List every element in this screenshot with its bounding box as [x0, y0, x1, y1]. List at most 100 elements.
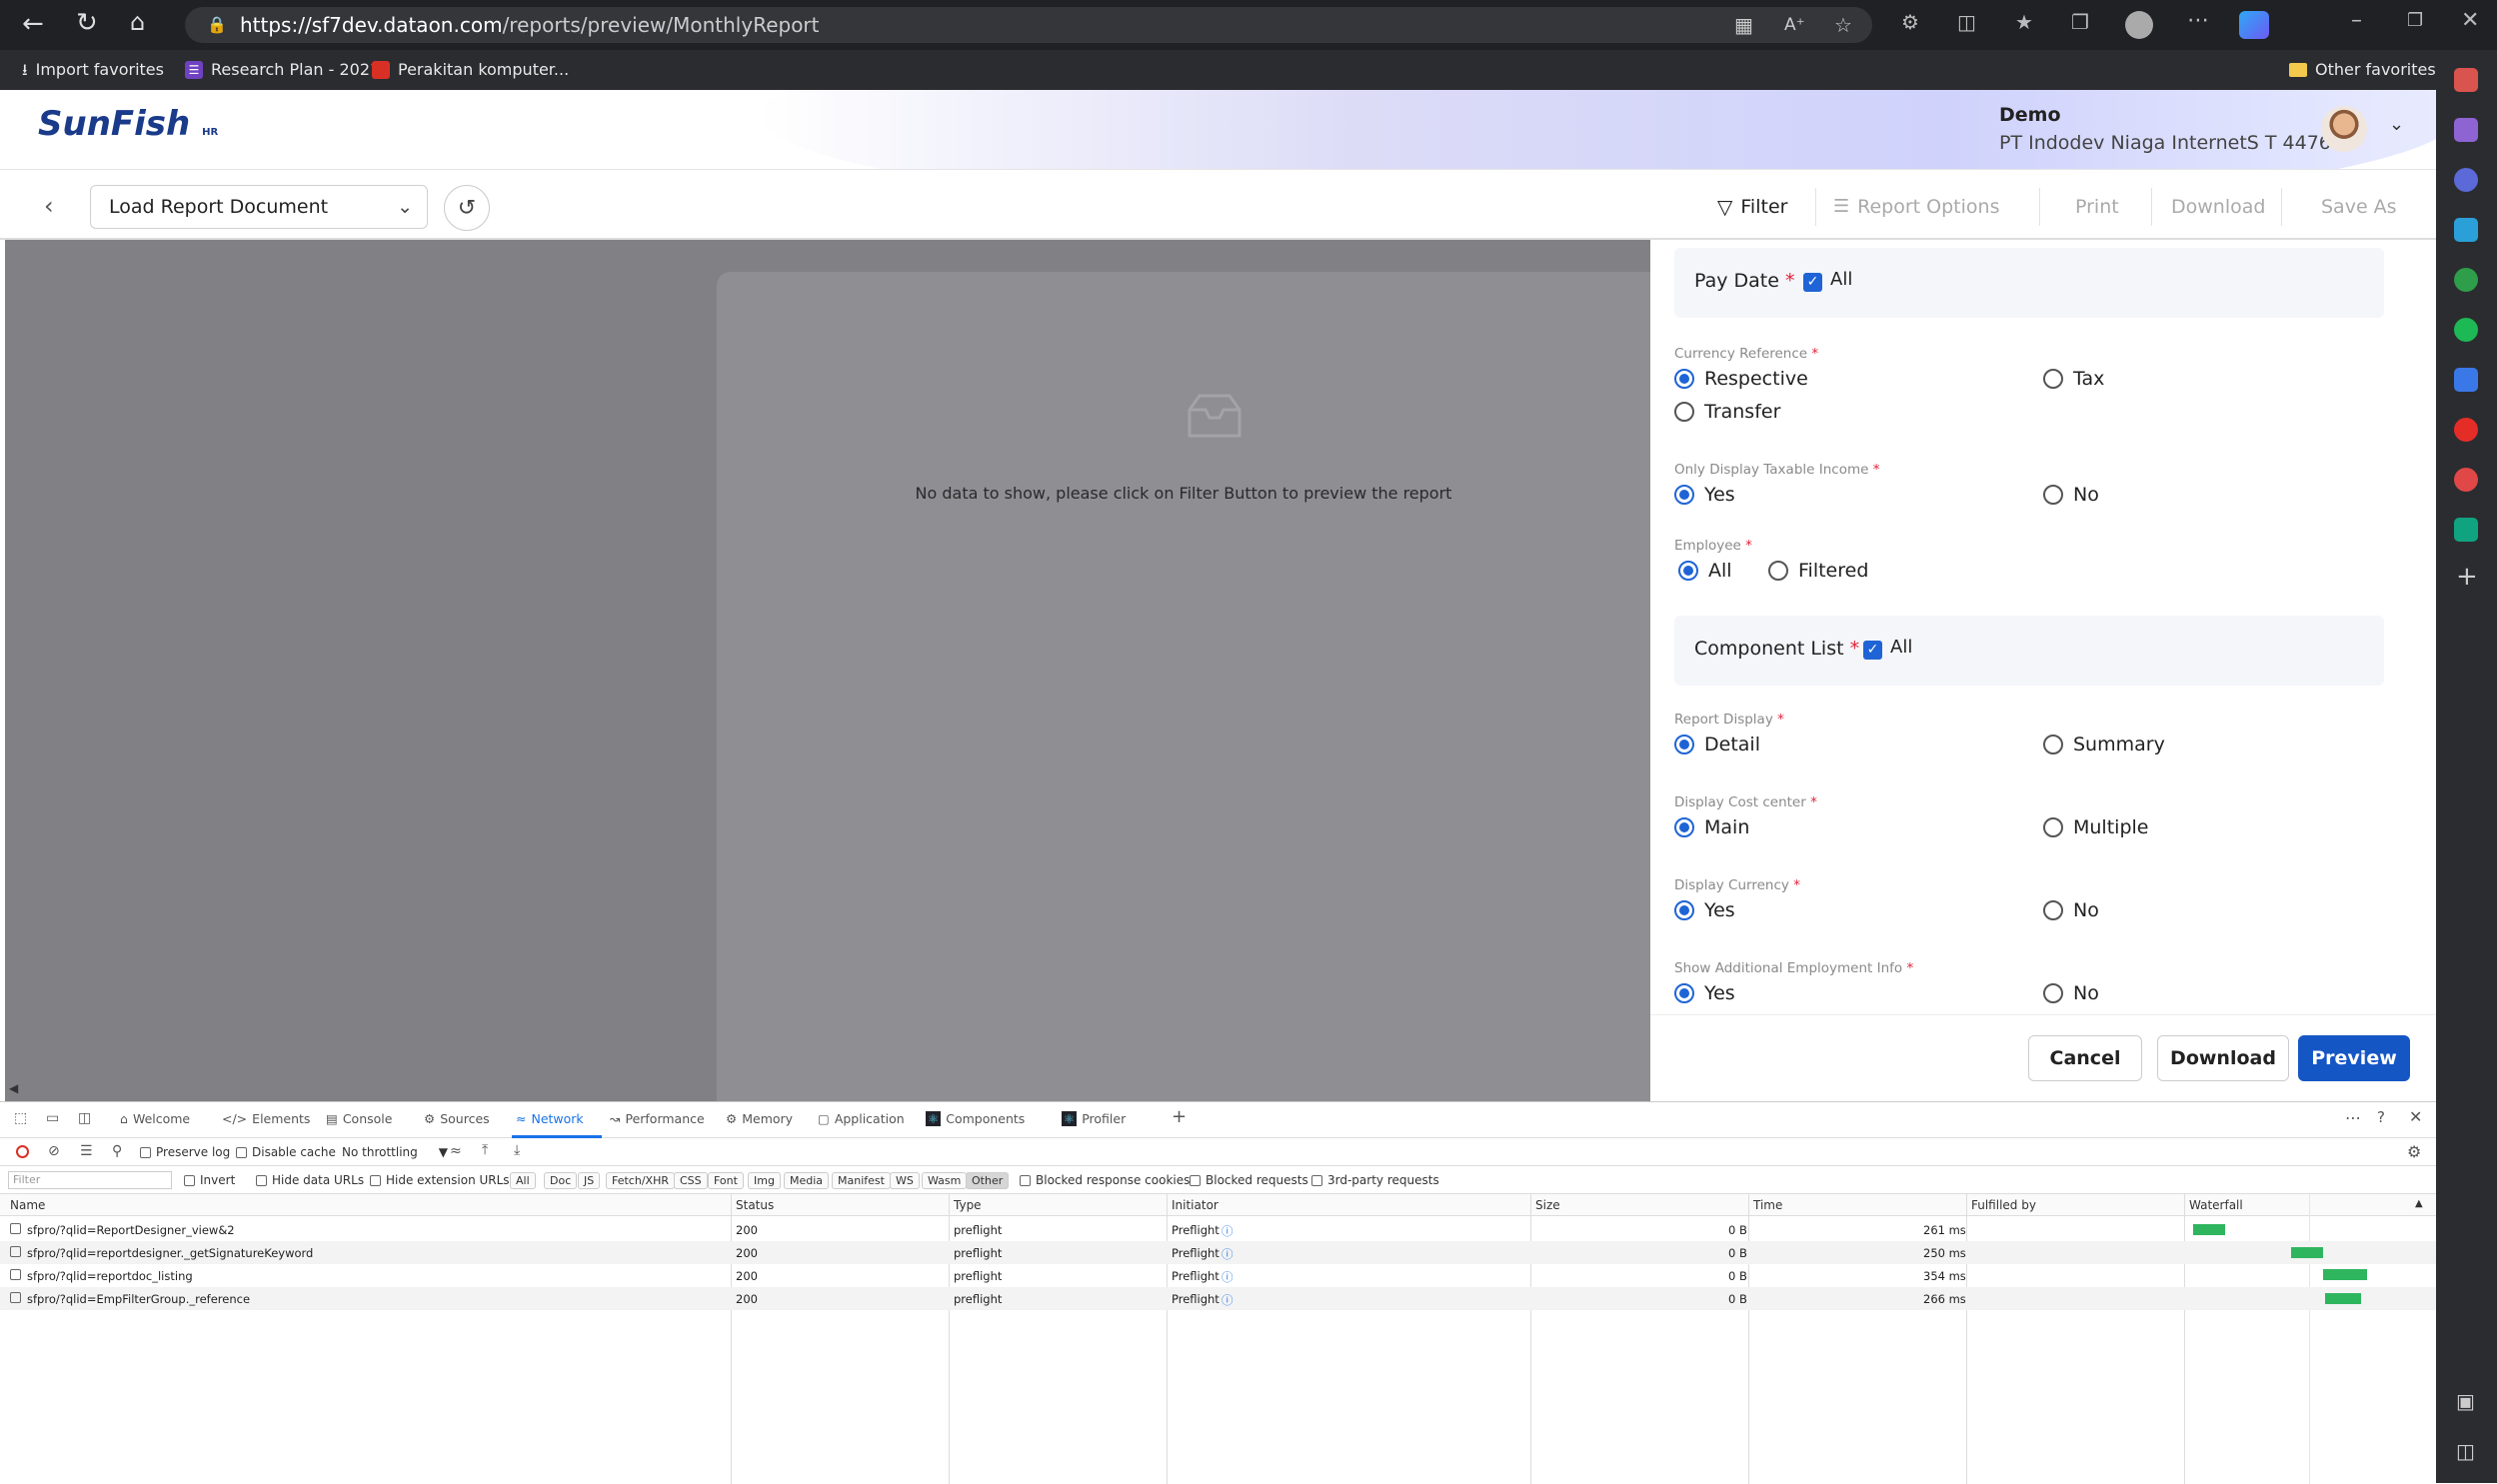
settings-icon[interactable]: ⚙ [2407, 1142, 2421, 1161]
dock-icon[interactable]: ◫ [78, 1110, 91, 1126]
chatgpt-icon[interactable] [2454, 518, 2478, 542]
column-waterfall[interactable]: Waterfall [2189, 1198, 2243, 1212]
tab-components[interactable]: ⚛ Components [926, 1111, 1025, 1126]
filter-clear-icon[interactable]: ☰ [80, 1143, 93, 1159]
row-checkbox[interactable] [10, 1292, 21, 1306]
save-as-button[interactable]: Save As [2321, 185, 2397, 229]
tab-memory[interactable]: ⚙ Memory [726, 1111, 793, 1126]
column-initiator[interactable]: Initiator [1172, 1198, 1219, 1212]
type-filter-fetch-xhr[interactable]: Fetch/XHR [606, 1172, 675, 1189]
row-checkbox[interactable] [10, 1223, 21, 1237]
type-filter-other[interactable]: Other [966, 1172, 1010, 1189]
info-icon[interactable]: ⓘ [1222, 1246, 1234, 1262]
cost-center-multiple-radio[interactable]: Multiple [2043, 816, 2148, 838]
request-initiator[interactable]: Preflight [1172, 1269, 1220, 1283]
add-icon[interactable]: + [2456, 562, 2478, 592]
copilot-icon[interactable] [2239, 11, 2269, 39]
extensions-icon[interactable]: ⚙ [1901, 10, 1919, 34]
avatar[interactable] [2321, 106, 2367, 152]
display-currency-yes-radio[interactable]: Yes [1674, 899, 1735, 921]
display-currency-no-radio[interactable]: No [2043, 899, 2099, 921]
inspect-icon[interactable]: ⬚ [14, 1110, 27, 1126]
report-options-button[interactable]: ☰ Report Options [1833, 185, 1999, 229]
taxable-yes-radio[interactable]: Yes [1674, 484, 1735, 506]
column-size[interactable]: Size [1535, 1198, 1560, 1212]
sunfish-logo[interactable]: SunFish HR [38, 104, 218, 144]
home-icon[interactable]: ⌂ [130, 8, 145, 36]
type-filter-media[interactable]: Media [784, 1172, 830, 1189]
type-filter-js[interactable]: JS [578, 1172, 601, 1189]
collections-icon[interactable]: ❐ [2071, 10, 2089, 34]
print-button[interactable]: Print [2075, 185, 2119, 229]
row-checkbox[interactable] [10, 1269, 21, 1283]
filter-button[interactable]: ▽ Filter [1717, 185, 1787, 229]
games-icon[interactable] [2454, 118, 2478, 142]
table-row[interactable]: sfpro/?qlid=EmpFilterGroup._reference 20… [0, 1287, 2436, 1310]
bookmark-research-plan[interactable]: ☰ Research Plan - 2021 [185, 50, 380, 90]
close-window-icon[interactable]: ✕ [2461, 8, 2479, 33]
record-icon[interactable] [16, 1145, 29, 1158]
import-har-icon[interactable]: ⤒ [482, 1142, 488, 1158]
column-type[interactable]: Type [954, 1198, 982, 1212]
table-row[interactable]: sfpro/?qlid=reportdoc_listing 200 prefli… [0, 1264, 2436, 1287]
cost-center-main-radio[interactable]: Main [1674, 816, 1749, 838]
cancel-button[interactable]: Cancel [2028, 1035, 2142, 1081]
download-button[interactable]: Download [2171, 185, 2265, 229]
search-icon[interactable]: ⚲ [112, 1143, 122, 1159]
read-aloud-icon[interactable]: A⁺ [1784, 7, 1805, 43]
info-icon[interactable]: ⓘ [1222, 1292, 1234, 1308]
taxable-no-radio[interactable]: No [2043, 484, 2099, 506]
info-icon[interactable]: ⓘ [1222, 1269, 1234, 1285]
minimize-icon[interactable]: – [2351, 8, 2362, 33]
more-icon[interactable]: ⋯ [2187, 8, 2209, 33]
network-filter-input[interactable]: Filter [8, 1171, 172, 1189]
more-icon[interactable]: ⋯ [2345, 1108, 2361, 1127]
tab-elements[interactable]: </> Elements [222, 1111, 310, 1126]
table-row[interactable]: sfpro/?qlid=ReportDesigner_view&2 200 pr… [0, 1218, 2436, 1241]
add-tab-icon[interactable]: + [1172, 1106, 1187, 1127]
network-conditions-icon[interactable]: ≈ [450, 1143, 462, 1159]
tab-profiler[interactable]: ⚛ Profiler [1062, 1111, 1126, 1126]
disable-cache-checkbox[interactable]: Disable cache [236, 1145, 336, 1159]
column-name[interactable]: Name [10, 1198, 45, 1212]
report-select[interactable]: Load Report Document ⌄ [90, 185, 428, 229]
tab-sources[interactable]: ⚙ Sources [424, 1111, 490, 1126]
back-arrow-icon[interactable]: ‹ [44, 192, 54, 220]
split-screen-icon[interactable]: ◫ [1957, 10, 1976, 34]
preserve-log-checkbox[interactable]: Preserve log [140, 1145, 230, 1159]
history-button[interactable]: ↺ [444, 185, 490, 231]
reload-icon[interactable]: ↻ [76, 8, 98, 38]
apps-icon[interactable]: ▦ [1734, 7, 1753, 43]
sort-up-icon[interactable]: ▲ [2415, 1198, 2423, 1209]
request-initiator[interactable]: Preflight [1172, 1223, 1220, 1237]
app-icon[interactable] [2454, 468, 2478, 492]
employment-info-no-radio[interactable]: No [2043, 982, 2099, 1004]
translate-icon[interactable] [2454, 368, 2478, 392]
type-filter-all[interactable]: All [510, 1172, 536, 1189]
bookmark-import-favorites[interactable]: ⭳ Import favorites [22, 50, 164, 90]
currency-tax-radio[interactable]: Tax [2043, 368, 2104, 390]
chevron-down-icon[interactable]: ⌄ [2389, 114, 2404, 135]
maximize-icon[interactable]: ❐ [2407, 10, 2423, 31]
type-filter-ws[interactable]: WS [890, 1172, 920, 1189]
row-checkbox[interactable] [10, 1246, 21, 1260]
hide-data-urls-checkbox[interactable]: Hide data URLs [256, 1173, 364, 1187]
tab-application[interactable]: ▢ Application [818, 1111, 905, 1126]
favorites-icon[interactable]: ★ [2015, 10, 2033, 34]
tools-icon[interactable] [2454, 68, 2478, 92]
scroll-left-icon[interactable]: ◀ [9, 1081, 18, 1095]
download-button[interactable]: Download [2157, 1035, 2289, 1081]
type-filter-doc[interactable]: Doc [544, 1172, 578, 1189]
type-filter-img[interactable]: Img [748, 1172, 781, 1189]
throttling-select[interactable]: No throttling ▼ [342, 1145, 448, 1159]
type-filter-css[interactable]: CSS [674, 1172, 708, 1189]
export-har-icon[interactable]: ⤓ [514, 1142, 520, 1158]
tab-welcome[interactable]: ⌂ Welcome [120, 1111, 190, 1126]
type-filter-font[interactable]: Font [708, 1172, 744, 1189]
bookmark-perakitan[interactable]: Perakitan komputer... [372, 50, 569, 90]
help-icon[interactable]: ? [2377, 1108, 2385, 1126]
employee-all-radio[interactable]: All [1678, 560, 1732, 582]
close-devtools-icon[interactable]: ✕ [2409, 1107, 2422, 1126]
currency-respective-radio[interactable]: Respective [1674, 368, 1808, 390]
report-display-detail-radio[interactable]: Detail [1674, 734, 1760, 755]
